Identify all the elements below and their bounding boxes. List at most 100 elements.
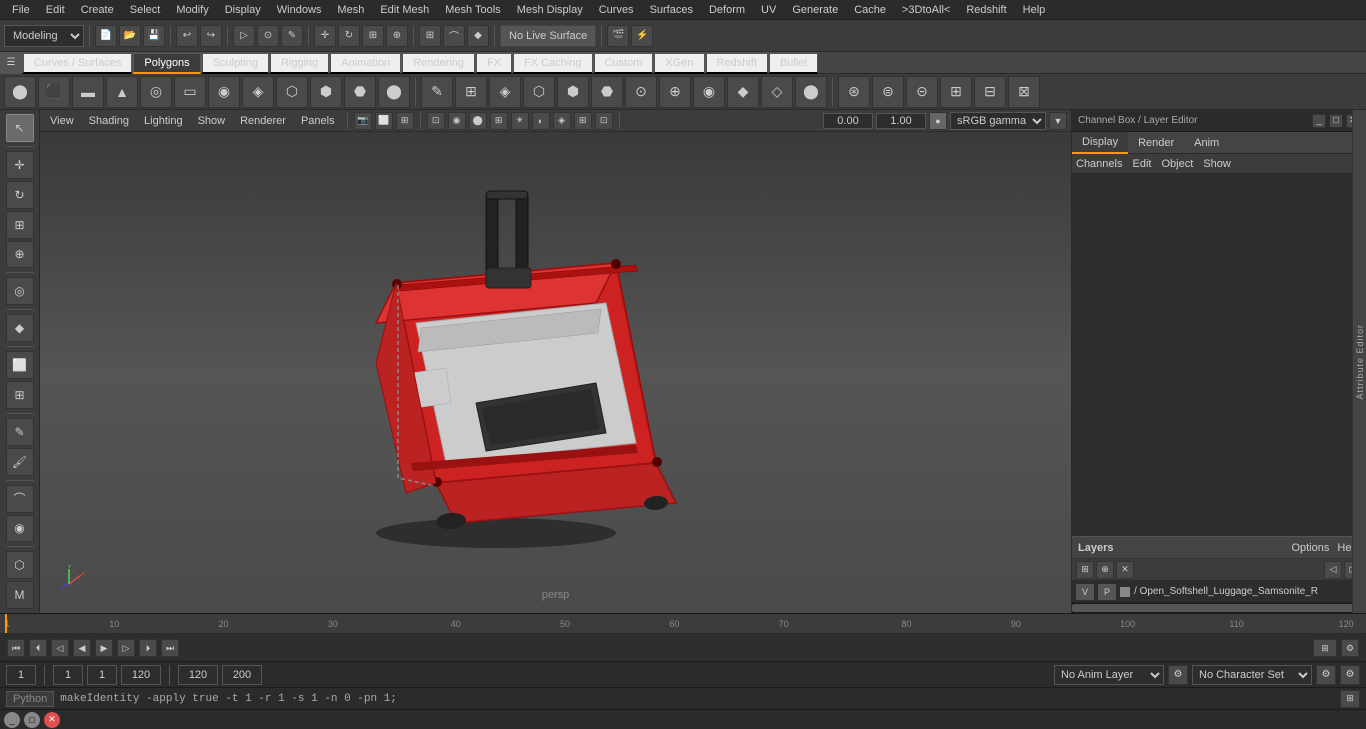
camera-btn[interactable]: 📷 bbox=[354, 112, 372, 130]
menu-windows[interactable]: Windows bbox=[269, 2, 330, 18]
shelf-tab-bullet[interactable]: Bullet bbox=[768, 52, 819, 74]
layer-playback-btn[interactable]: P bbox=[1098, 584, 1116, 600]
shadow-btn[interactable]: ◐ bbox=[532, 112, 550, 130]
cb-maximize-btn[interactable]: □ bbox=[1329, 114, 1343, 128]
cb-show-menu[interactable]: Show bbox=[1203, 158, 1231, 170]
shelf-icon-12[interactable]: ⬤ bbox=[378, 76, 410, 108]
shelf-icon-24[interactable]: ⬤ bbox=[795, 76, 827, 108]
vp-settings-btn[interactable]: ▼ bbox=[1049, 112, 1067, 130]
shelf-icon-26[interactable]: ⊜ bbox=[872, 76, 904, 108]
current-frame-input[interactable] bbox=[6, 665, 36, 685]
key-all-btn[interactable]: ⊞ bbox=[1313, 639, 1337, 657]
shelf-cylinder-icon[interactable]: ▬ bbox=[72, 76, 104, 108]
bg-color-btn[interactable]: ● bbox=[929, 112, 947, 130]
frame-field2-input[interactable] bbox=[53, 665, 83, 685]
shelf-tab-sculpting[interactable]: Sculpting bbox=[201, 52, 269, 74]
open-file-btn[interactable]: 📂 bbox=[119, 25, 141, 47]
menu-generate[interactable]: Generate bbox=[784, 2, 846, 18]
menu-3dtall[interactable]: >3DtoAll< bbox=[894, 2, 958, 18]
play-fwd-btn[interactable]: ▶ bbox=[95, 639, 113, 657]
close-btn[interactable]: ✕ bbox=[44, 712, 60, 728]
minimize-btn[interactable]: _ bbox=[4, 712, 20, 728]
scrollbar-thumb[interactable] bbox=[1072, 604, 1366, 612]
maximize-btn[interactable]: □ bbox=[24, 712, 40, 728]
menu-mesh[interactable]: Mesh bbox=[329, 2, 372, 18]
layers-arrow-left-btn[interactable]: ◁ bbox=[1324, 561, 1342, 579]
shelf-icon-21[interactable]: ◉ bbox=[693, 76, 725, 108]
hud-btn[interactable]: ⊡ bbox=[595, 112, 613, 130]
paint-select-tool[interactable]: ✎ bbox=[281, 25, 303, 47]
undo-btn[interactable]: ↩ bbox=[176, 25, 198, 47]
select-tool[interactable]: ▷ bbox=[233, 25, 255, 47]
menu-cache[interactable]: Cache bbox=[846, 2, 894, 18]
menu-redshift[interactable]: Redshift bbox=[958, 2, 1014, 18]
shelf-icon-9[interactable]: ⬡ bbox=[276, 76, 308, 108]
snap-to-grid[interactable]: ⊞ bbox=[419, 25, 441, 47]
go-to-start-btn[interactable]: ⏮ bbox=[7, 639, 25, 657]
solid-btn[interactable]: ⬤ bbox=[469, 112, 487, 130]
vp-menu-view[interactable]: View bbox=[44, 113, 80, 129]
menu-mesh-tools[interactable]: Mesh Tools bbox=[437, 2, 508, 18]
menu-display[interactable]: Display bbox=[217, 2, 269, 18]
universal-manip[interactable]: ⊕ bbox=[386, 25, 408, 47]
shelf-icon-17[interactable]: ⬢ bbox=[557, 76, 589, 108]
shelf-icon-13[interactable]: ✎ bbox=[421, 76, 453, 108]
light-btn[interactable]: ☀ bbox=[511, 112, 529, 130]
scale-tool[interactable]: ⊞ bbox=[362, 25, 384, 47]
shelf-tab-animation[interactable]: Animation bbox=[329, 52, 401, 74]
layer-item[interactable]: V P / Open_Softshell_Luggage_Samsonite_R bbox=[1072, 581, 1366, 603]
shelf-torus-icon[interactable]: ◎ bbox=[140, 76, 172, 108]
shelf-cone-icon[interactable]: ▲ bbox=[106, 76, 138, 108]
gamma-select[interactable]: sRGB gamma bbox=[950, 112, 1046, 130]
layers-options-menu[interactable]: Options bbox=[1291, 542, 1329, 554]
menu-file[interactable]: File bbox=[4, 2, 38, 18]
shelf-icon-10[interactable]: ⬢ bbox=[310, 76, 342, 108]
filmgate-btn[interactable]: ⬜ bbox=[375, 112, 393, 130]
cb-tab-render[interactable]: Render bbox=[1128, 132, 1184, 154]
cb-tab-anim[interactable]: Anim bbox=[1184, 132, 1229, 154]
cb-edit-menu[interactable]: Edit bbox=[1132, 158, 1151, 170]
paint-btn[interactable]: ✎ bbox=[6, 418, 34, 446]
step-back-btn[interactable]: ◁ bbox=[51, 639, 69, 657]
cb-minimize-btn[interactable]: _ bbox=[1312, 114, 1326, 128]
shelf-tab-xgen[interactable]: XGen bbox=[653, 52, 704, 74]
shelf-tab-curves-surfaces[interactable]: Curves / Surfaces bbox=[22, 52, 132, 74]
frame-field3-input[interactable] bbox=[87, 665, 117, 685]
curve-btn[interactable]: ⌒ bbox=[6, 485, 34, 513]
shelf-icon-25[interactable]: ⊛ bbox=[838, 76, 870, 108]
shelf-icon-30[interactable]: ⊠ bbox=[1008, 76, 1040, 108]
shelf-menu-btn[interactable]: ☰ bbox=[0, 52, 22, 74]
viewport-canvas[interactable]: X Y Z persp bbox=[40, 132, 1071, 613]
menu-uv[interactable]: UV bbox=[753, 2, 784, 18]
vp-menu-renderer[interactable]: Renderer bbox=[234, 113, 292, 129]
marquee-select-btn[interactable]: ⬜ bbox=[6, 351, 34, 379]
snap-to-point[interactable]: ◆ bbox=[467, 25, 489, 47]
shelf-tab-fx[interactable]: FX bbox=[475, 52, 512, 74]
shelf-tab-polygons[interactable]: Polygons bbox=[132, 52, 200, 74]
universal-manip-btn[interactable]: ⊕ bbox=[6, 241, 34, 269]
scale-tool-btn[interactable]: ⊞ bbox=[6, 211, 34, 239]
vp-menu-shading[interactable]: Shading bbox=[83, 113, 135, 129]
playback-end-input[interactable] bbox=[178, 665, 218, 685]
preferences-btn[interactable]: ⚙ bbox=[1340, 665, 1360, 685]
shelf-plane-icon[interactable]: ▭ bbox=[174, 76, 206, 108]
attribute-editor-tab[interactable]: Attribute Editor bbox=[1352, 110, 1366, 613]
shelf-icon-19[interactable]: ⊙ bbox=[625, 76, 657, 108]
shelf-icon-22[interactable]: ◆ bbox=[727, 76, 759, 108]
view-cube-btn[interactable]: ⬡ bbox=[6, 551, 34, 579]
go-to-end-btn[interactable]: ⏭ bbox=[161, 639, 179, 657]
show-manip-btn[interactable]: ◆ bbox=[6, 314, 34, 342]
shelf-sphere-icon[interactable]: ⬤ bbox=[4, 76, 36, 108]
shelf-icon-20[interactable]: ⊕ bbox=[659, 76, 691, 108]
camera-field1[interactable] bbox=[823, 113, 873, 129]
layers-create-btn[interactable]: ⊞ bbox=[1076, 561, 1094, 579]
sculpt-btn[interactable]: 🖌 bbox=[6, 448, 34, 476]
char-set-settings-btn[interactable]: ⚙ bbox=[1316, 665, 1336, 685]
soft-select-btn[interactable]: ◎ bbox=[6, 277, 34, 305]
next-key-btn[interactable]: ⏵ bbox=[139, 639, 157, 657]
anim-settings-btn[interactable]: ⚙ bbox=[1341, 639, 1359, 657]
rotate-tool-btn[interactable]: ↻ bbox=[6, 181, 34, 209]
textured-btn[interactable]: ⊞ bbox=[490, 112, 508, 130]
workspace-selector[interactable]: Modeling bbox=[4, 25, 84, 47]
menu-mesh-display[interactable]: Mesh Display bbox=[509, 2, 591, 18]
